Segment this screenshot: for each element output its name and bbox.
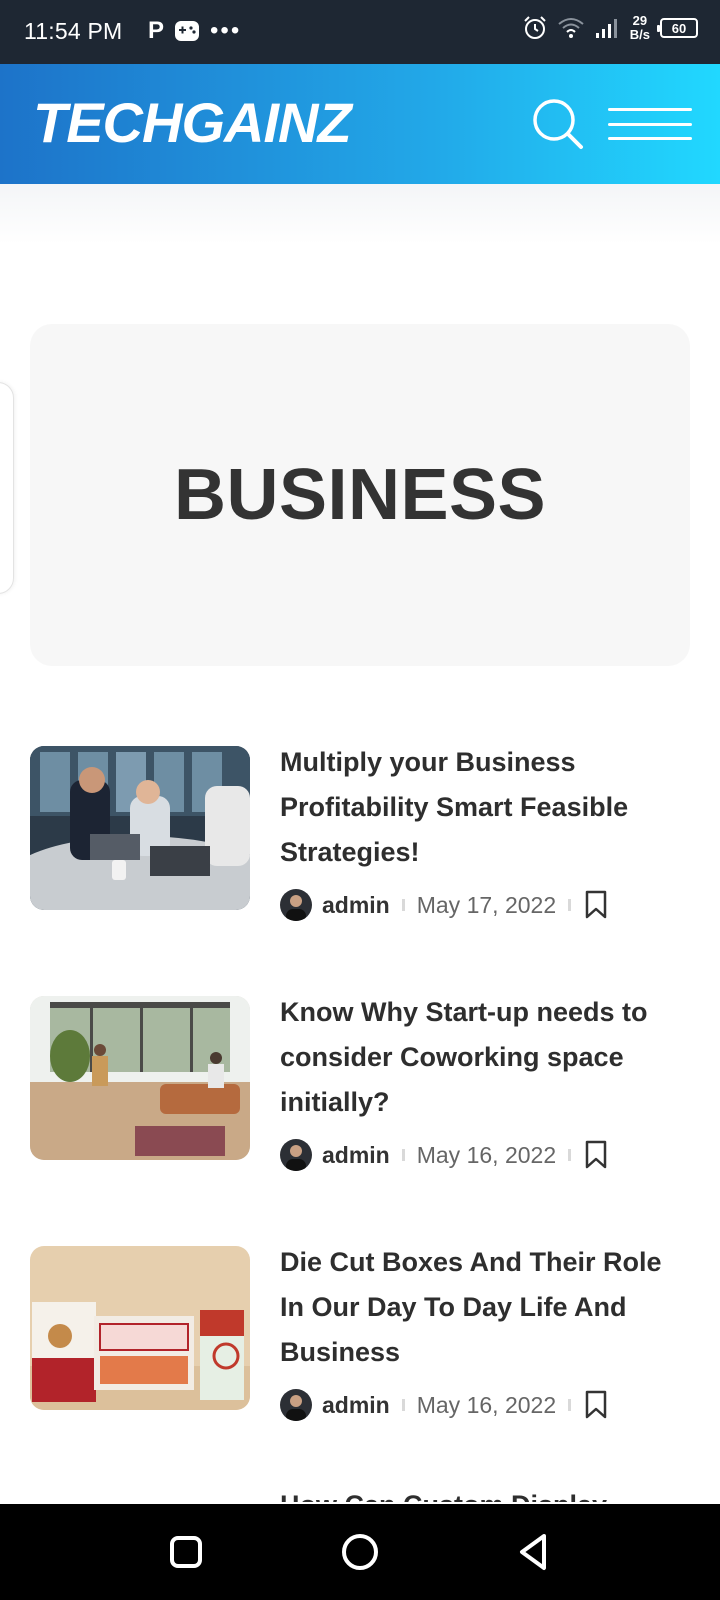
- site-header: TECHGAINZ: [0, 64, 720, 184]
- meta-divider: [401, 1399, 405, 1411]
- wifi-icon: [558, 18, 584, 38]
- search-icon[interactable]: [530, 96, 586, 152]
- post-thumbnail[interactable]: [30, 996, 250, 1160]
- meta-divider: [568, 1149, 572, 1161]
- recent-apps-icon[interactable]: [162, 1528, 210, 1576]
- post-thumbnail[interactable]: [30, 1246, 250, 1410]
- site-logo[interactable]: TECHGAINZ: [33, 90, 352, 155]
- alarm-icon: [524, 16, 546, 39]
- meta-divider: [401, 1149, 405, 1161]
- post-title[interactable]: Know Why Start-up needs to consider Cowo…: [280, 990, 690, 1125]
- system-navigation-bar: [0, 1504, 720, 1600]
- post-date: May 16, 2022: [416, 1391, 557, 1418]
- menu-line: [608, 122, 692, 126]
- battery-icon: 60: [657, 18, 698, 38]
- post-meta: admin May 16, 2022: [280, 1388, 609, 1422]
- back-icon[interactable]: [510, 1528, 558, 1576]
- network-speed: 29 B/s: [629, 13, 650, 42]
- notification-icons: P •••: [148, 18, 241, 44]
- avatar[interactable]: [280, 1389, 312, 1421]
- author-name[interactable]: admin: [322, 1142, 390, 1169]
- author-name[interactable]: admin: [322, 892, 390, 919]
- author-name[interactable]: admin: [322, 1392, 390, 1419]
- bookmark-icon[interactable]: [583, 890, 609, 920]
- more-dots-icon: •••: [210, 17, 242, 44]
- p-icon: P: [148, 17, 165, 44]
- menu-line: [608, 108, 692, 111]
- post-title[interactable]: Die Cut Boxes And Their Role In Our Day …: [280, 1240, 690, 1375]
- status-bar: 11:54 PM P ••• 29 B/s 60: [0, 0, 720, 64]
- meta-divider: [568, 899, 572, 911]
- post-date: May 16, 2022: [416, 1141, 557, 1168]
- bookmark-icon[interactable]: [583, 1390, 609, 1420]
- coworking-space-image: [30, 996, 250, 1160]
- post-date: May 17, 2022: [416, 891, 557, 918]
- meta-divider: [568, 1399, 572, 1411]
- category-title: BUSINESS: [173, 455, 547, 535]
- post-meta: admin May 16, 2022: [280, 1138, 609, 1172]
- bookmark-icon[interactable]: [583, 1140, 609, 1170]
- menu-line: [608, 137, 692, 140]
- product-boxes-image: [30, 1246, 250, 1410]
- signal-icon: [595, 19, 617, 38]
- post-title-partial[interactable]: How Can Custom Display: [280, 1490, 660, 1502]
- post-meta: admin May 17, 2022: [280, 888, 609, 922]
- game-controller-icon: [175, 21, 200, 41]
- post-item[interactable]: Know Why Start-up needs to consider Cowo…: [30, 990, 690, 1190]
- post-thumbnail[interactable]: [30, 746, 250, 910]
- post-item[interactable]: Multiply your Business Profitability Sma…: [30, 740, 690, 940]
- system-icons: 29 B/s 60: [522, 14, 698, 42]
- office-meeting-image: [30, 746, 250, 910]
- avatar[interactable]: [280, 889, 312, 921]
- meta-divider: [401, 899, 405, 911]
- side-drawer-tab[interactable]: [0, 382, 14, 594]
- home-icon[interactable]: [336, 1528, 384, 1576]
- post-item[interactable]: Die Cut Boxes And Their Role In Our Day …: [30, 1240, 690, 1440]
- hamburger-menu-icon[interactable]: [608, 104, 692, 144]
- status-time: 11:54 PM: [24, 18, 123, 44]
- category-banner: BUSINESS: [30, 324, 690, 666]
- avatar[interactable]: [280, 1139, 312, 1171]
- header-shadow: [0, 184, 720, 244]
- post-title[interactable]: Multiply your Business Profitability Sma…: [280, 740, 690, 875]
